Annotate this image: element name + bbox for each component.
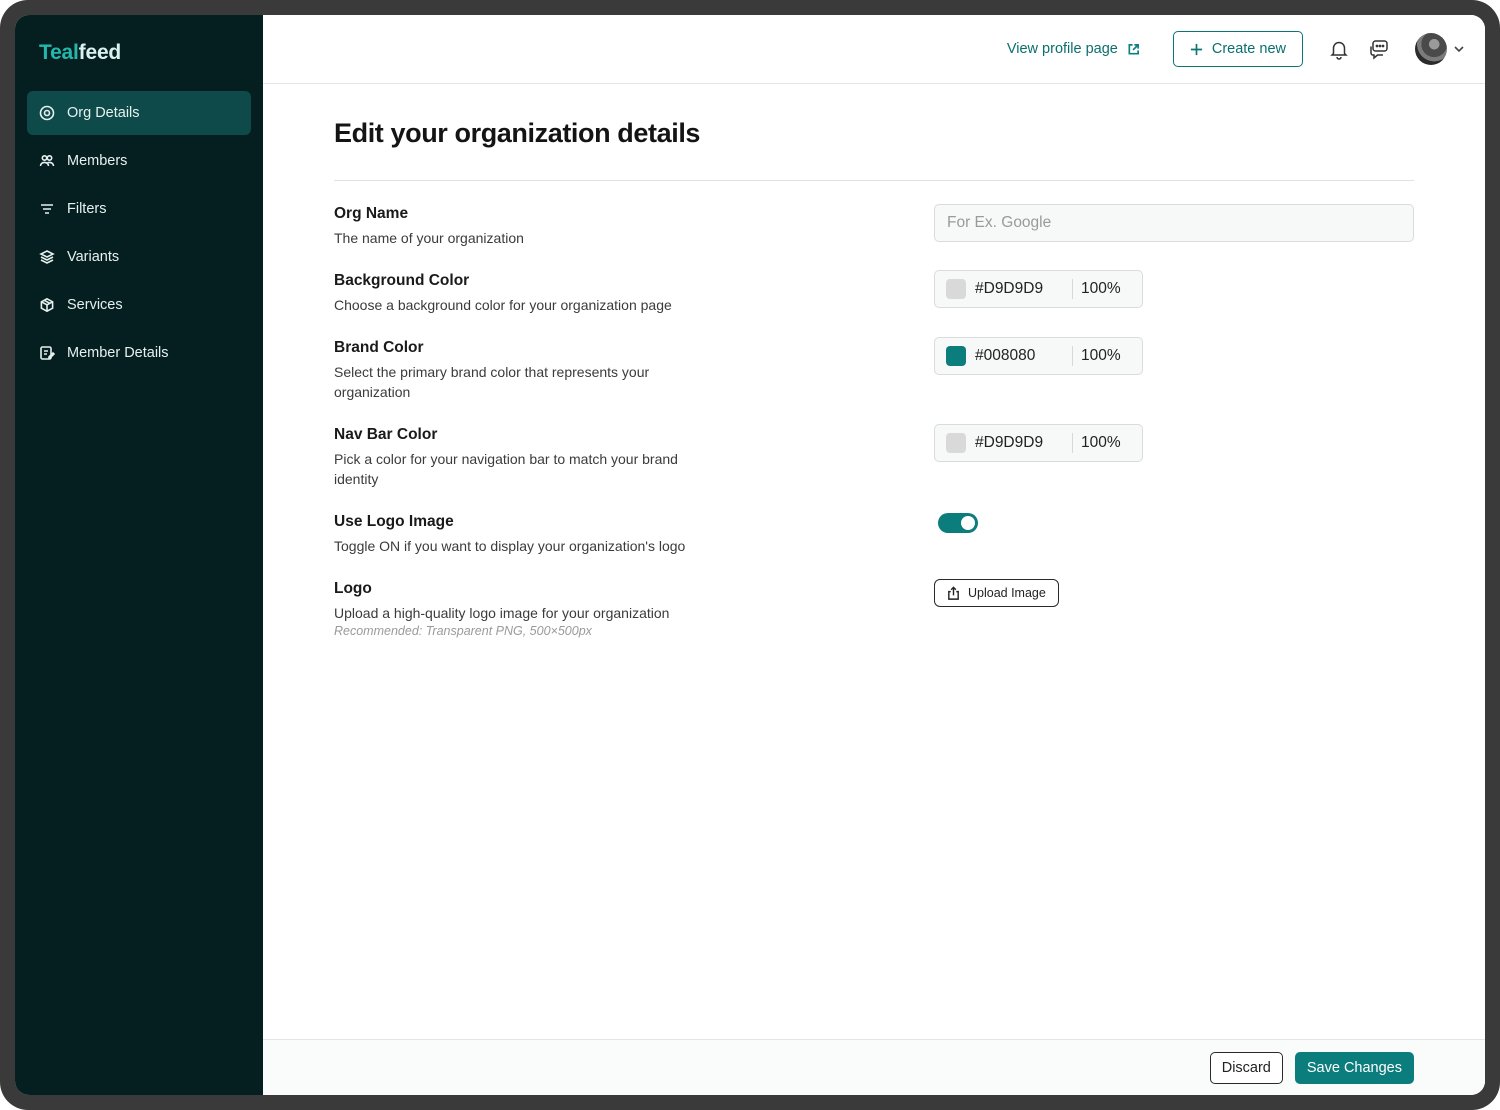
org-name-row: Org Name The name of your organization [334,204,1414,272]
logo-hint: Recommended: Transparent PNG, 500×500px [334,624,592,638]
brand-logo-part1: Teal [39,41,79,64]
target-icon [39,105,55,121]
nav-bar-color-label: Nav Bar Color [334,426,438,443]
divider [1072,346,1073,366]
nav-bar-color-row: Nav Bar Color Pick a color for your navi… [334,424,1414,513]
notifications-button[interactable] [1327,37,1351,61]
page-title: Edit your organization details [334,118,701,148]
sidebar-item-label: Filters [67,201,107,217]
user-menu[interactable] [1415,33,1465,65]
brand-color-row: Brand Color Select the primary brand col… [334,337,1414,426]
sidebar-item-members[interactable]: Members [27,139,251,183]
brand-color-label: Brand Color [334,339,424,356]
filter-icon [39,201,55,217]
divider [1072,433,1073,453]
bell-icon [1330,41,1348,60]
messages-button[interactable] [1367,37,1391,61]
brand-logo-part2: feed [78,41,122,64]
sidebar-item-label: Variants [67,249,120,265]
nav-bar-color-desc: Pick a color for your navigation bar to … [334,451,678,487]
topbar: View profile page Create new [263,15,1485,84]
footer-actions: Discard Save Changes [263,1039,1485,1095]
sidebar-item-services[interactable]: Services [27,283,251,327]
background-color-label: Background Color [334,272,470,289]
divider [334,180,1414,181]
use-logo-label: Use Logo Image [334,513,454,530]
color-hex-value: #D9D9D9 [975,434,1044,451]
color-hex-value: #008080 [975,347,1036,364]
app-screen: Tealfeed Org Details Members Filters Var… [15,15,1485,1095]
logo-desc: Upload a high-quality logo image for you… [334,605,670,621]
save-changes-button[interactable]: Save Changes [1294,1051,1414,1084]
users-icon [39,153,55,169]
nav-bar-color-field[interactable]: #D9D9D9 100% [934,424,1143,462]
org-name-input[interactable] [934,204,1414,242]
avatar [1415,33,1447,65]
opacity-value: 100% [1081,434,1121,451]
divider [1072,279,1073,299]
sidebar-item-label: Org Details [67,105,140,121]
sidebar: Tealfeed Org Details Members Filters Var… [15,15,263,1095]
device-frame: Tealfeed Org Details Members Filters Var… [0,0,1500,1110]
upload-image-button[interactable]: Upload Image [934,579,1059,607]
use-logo-row: Use Logo Image Toggle ON if you want to … [334,513,1414,580]
background-color-row: Background Color Choose a background col… [334,270,1414,339]
sidebar-item-member-details[interactable]: Member Details [27,331,251,375]
use-logo-toggle[interactable] [938,513,978,533]
opacity-value: 100% [1081,347,1121,364]
layers-icon [39,249,55,265]
edit-doc-icon [39,345,55,361]
color-hex-value: #D9D9D9 [975,280,1044,297]
box-icon [39,297,55,313]
create-new-button[interactable]: Create new [1172,31,1303,67]
chevron-down-icon [1454,46,1464,53]
upload-icon [948,585,959,600]
logo-label: Logo [334,580,372,597]
sidebar-item-label: Member Details [67,345,169,361]
view-profile-label: View profile page [1006,41,1118,57]
view-profile-link[interactable]: View profile page [1007,41,1140,57]
sidebar-item-variants[interactable]: Variants [27,235,251,279]
create-new-label: Create new [1211,41,1286,57]
org-name-desc: The name of your organization [334,230,524,246]
sidebar-item-label: Services [67,297,123,313]
external-link-icon [1128,43,1139,55]
logo-row: Logo Upload a high-quality logo image fo… [334,579,1414,650]
plus-icon [1190,43,1202,55]
use-logo-desc: Toggle ON if you want to display your or… [334,538,686,554]
content-area: Edit your organization details Org Name … [263,84,1485,650]
sidebar-item-org-details[interactable]: Org Details [27,91,251,135]
brand-logo[interactable]: Tealfeed [27,41,251,69]
color-swatch[interactable] [946,433,966,453]
brand-color-field[interactable]: #008080 100% [934,337,1143,375]
discard-button[interactable]: Discard [1209,1051,1283,1084]
main-panel: View profile page Create new Edit your o… [263,15,1485,1095]
sidebar-item-label: Members [67,153,128,169]
background-color-field[interactable]: #D9D9D9 100% [934,270,1143,308]
background-color-desc: Choose a background color for your organ… [334,297,672,313]
brand-color-desc: Select the primary brand color that repr… [334,364,650,400]
color-swatch[interactable] [946,346,966,366]
sidebar-item-filters[interactable]: Filters [27,187,251,231]
upload-image-label: Upload Image [968,586,1046,600]
color-swatch[interactable] [946,279,966,299]
opacity-value: 100% [1081,280,1121,297]
toggle-knob [961,516,975,530]
chat-icon [1370,40,1388,60]
